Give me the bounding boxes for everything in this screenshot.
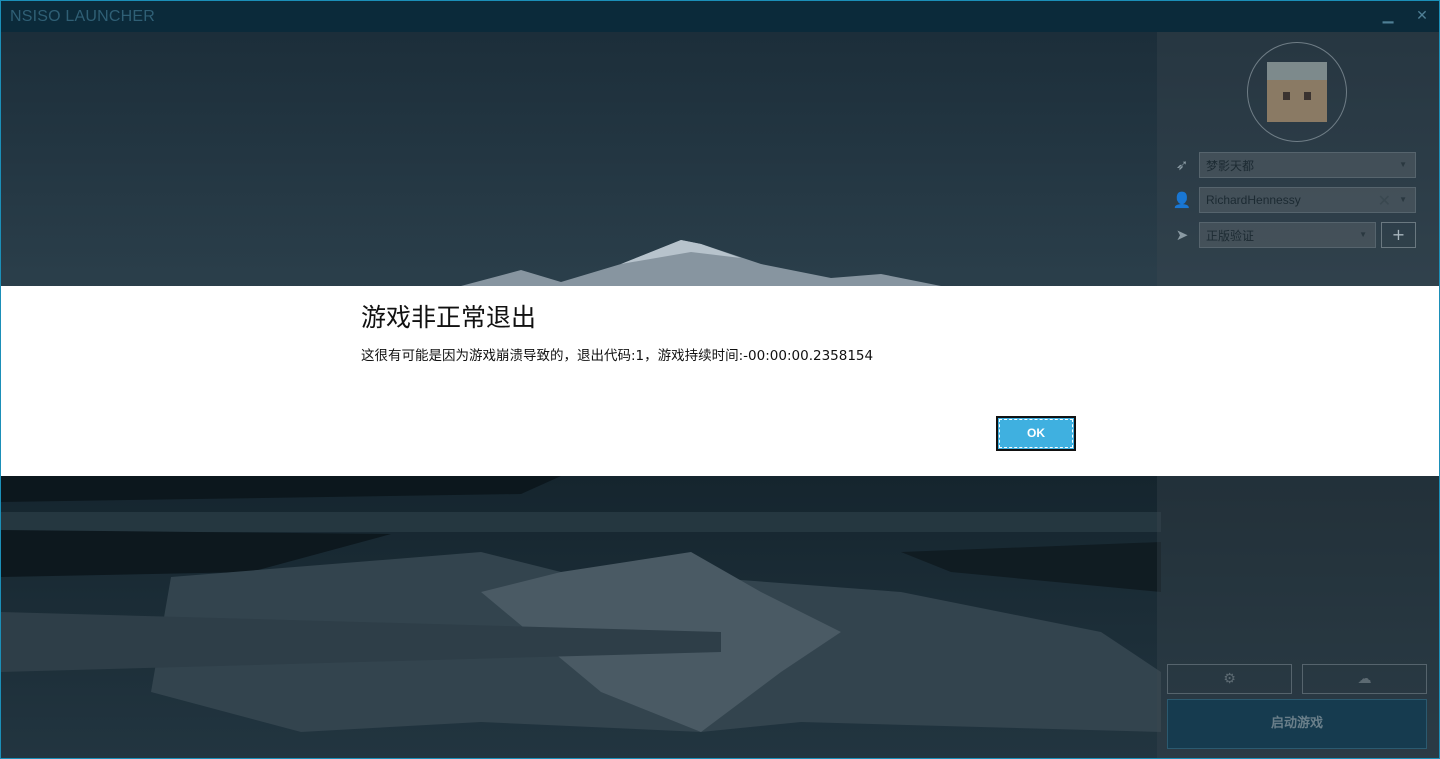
download-button[interactable]: ☁ bbox=[1302, 664, 1427, 694]
settings-button[interactable]: ⚙ bbox=[1167, 664, 1292, 694]
user-select[interactable]: RichardHennessy ✕ ▼ bbox=[1199, 187, 1416, 213]
send-icon: ➤ bbox=[1175, 226, 1189, 244]
launcher-window: NSISO LAUNCHER ▁ ✕ ➶ 梦影天都 ▼ 👤 RichardHen… bbox=[0, 0, 1440, 759]
avatar-frame[interactable] bbox=[1247, 42, 1347, 142]
dialog-title: 游戏非正常退出 bbox=[361, 303, 537, 332]
chevron-down-icon: ▼ bbox=[1399, 160, 1407, 169]
add-auth-button[interactable]: + bbox=[1381, 222, 1416, 248]
user-row: 👤 RichardHennessy ✕ ▼ bbox=[1171, 187, 1421, 213]
user-select-value: RichardHennessy bbox=[1206, 193, 1301, 207]
auth-select-value: 正版验证 bbox=[1206, 228, 1255, 243]
gear-icon: ⚙ bbox=[1223, 671, 1236, 687]
launch-game-button[interactable]: 启动游戏 bbox=[1167, 699, 1427, 749]
server-select[interactable]: 梦影天都 ▼ bbox=[1199, 152, 1416, 178]
rocket-icon: ➶ bbox=[1175, 156, 1189, 174]
minimize-button[interactable]: ▁ bbox=[1379, 6, 1397, 26]
dialog-message: 这很有可能是因为游戏崩溃导致的，退出代码:1，游戏持续时间:-00:00:00.… bbox=[361, 348, 874, 364]
title-bar: NSISO LAUNCHER ▁ ✕ bbox=[1, 1, 1439, 32]
auth-row: ➤ 正版验证 ▼ + bbox=[1171, 222, 1421, 248]
server-select-value: 梦影天都 bbox=[1206, 158, 1255, 173]
user-icon: 👤 bbox=[1172, 191, 1192, 209]
error-dialog: 游戏非正常退出 这很有可能是因为游戏崩溃导致的，退出代码:1，游戏持续时间:-0… bbox=[1, 286, 1439, 476]
avatar bbox=[1267, 62, 1327, 122]
window-controls: ▁ ✕ bbox=[1379, 6, 1431, 26]
chevron-down-icon: ▼ bbox=[1359, 230, 1367, 239]
chevron-down-icon: ▼ bbox=[1399, 195, 1407, 204]
clear-icon[interactable]: ✕ bbox=[1378, 191, 1391, 211]
app-title: NSISO LAUNCHER bbox=[10, 7, 156, 25]
ok-button[interactable]: OK bbox=[996, 416, 1076, 451]
server-row: ➶ 梦影天都 ▼ bbox=[1171, 152, 1421, 178]
auth-select[interactable]: 正版验证 ▼ bbox=[1199, 222, 1376, 248]
cloud-download-icon: ☁ bbox=[1357, 671, 1372, 687]
close-button[interactable]: ✕ bbox=[1413, 6, 1431, 26]
